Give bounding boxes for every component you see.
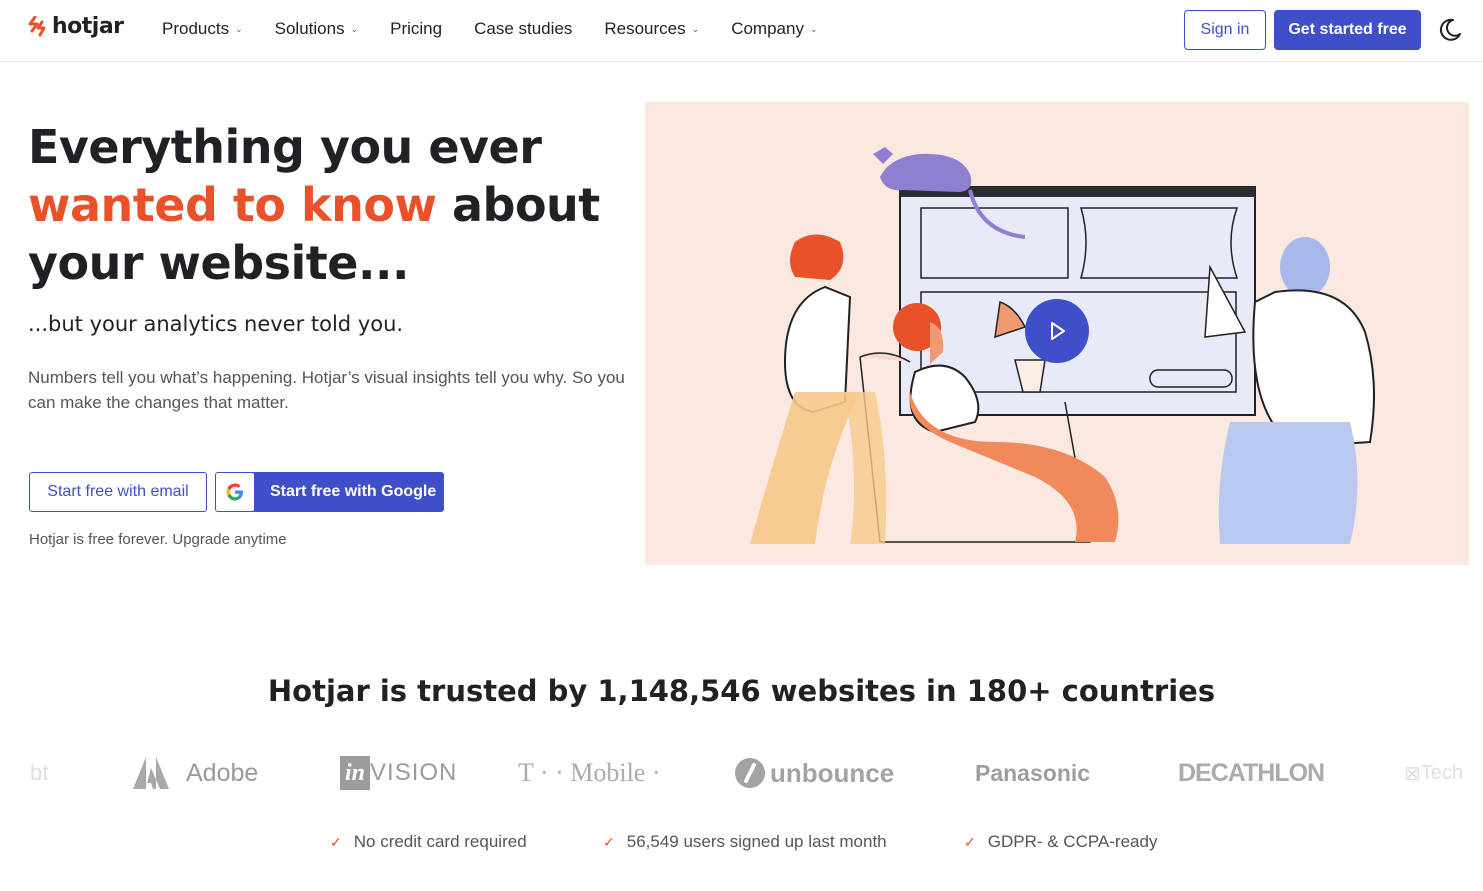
adobe-icon bbox=[133, 757, 169, 789]
tech-label: Tech bbox=[1420, 761, 1464, 784]
free-forever-note: Hotjar is free forever. Upgrade anytime bbox=[29, 531, 287, 548]
nav-label: Case studies bbox=[474, 19, 573, 38]
tmobile-logo: T · · Mobile · bbox=[518, 758, 661, 787]
sign-in-button[interactable]: Sign in bbox=[1184, 10, 1266, 50]
nav-item-products[interactable]: Products ⌄ bbox=[162, 19, 243, 39]
check-item: ✓ No credit card required bbox=[330, 832, 527, 852]
invision-label: VISION bbox=[370, 759, 458, 786]
logo-text: hotjar bbox=[52, 14, 124, 39]
decathlon-logo: DECATHLON bbox=[1178, 758, 1325, 787]
adobe-label: Adobe bbox=[186, 758, 259, 787]
hero-title: Everything you ever wanted to know about… bbox=[28, 118, 628, 292]
hotjar-flame-icon bbox=[28, 15, 46, 36]
tech-logo: ⊠ Tech bbox=[1404, 748, 1463, 798]
unbounce-icon bbox=[735, 758, 765, 788]
nav-item-resources[interactable]: Resources ⌄ bbox=[604, 19, 699, 39]
nav-label: Company bbox=[731, 19, 804, 38]
hotjar-logo[interactable]: hotjar bbox=[28, 14, 124, 39]
chevron-down-icon: ⌄ bbox=[235, 23, 243, 34]
check-item: ✓ 56,549 users signed up last month bbox=[603, 832, 887, 852]
bt-logo: bt bbox=[30, 760, 49, 785]
check-label: GDPR- & CCPA-ready bbox=[987, 832, 1158, 851]
play-icon bbox=[1051, 322, 1065, 340]
hero-description: Numbers tell you what’s happening. Hotja… bbox=[28, 368, 625, 412]
nav-item-pricing[interactable]: Pricing bbox=[390, 19, 442, 39]
nav-item-solutions[interactable]: Solutions ⌄ bbox=[275, 19, 358, 39]
play-video-button[interactable] bbox=[1025, 299, 1089, 363]
trust-checks: ✓ No credit card required ✓ 56,549 users s… bbox=[0, 832, 1483, 856]
moon-icon[interactable] bbox=[1436, 16, 1464, 44]
checkmark-icon: ✓ bbox=[603, 833, 615, 850]
start-with-email-button[interactable]: Start free with email bbox=[29, 472, 207, 512]
nav-item-case-studies[interactable]: Case studies bbox=[474, 19, 572, 39]
nav-label: Resources bbox=[604, 19, 686, 38]
hero-title-accent: wanted to know bbox=[28, 178, 437, 232]
hero-subtitle: ...but your analytics never told you. bbox=[28, 312, 404, 336]
nav-item-company[interactable]: Company ⌄ bbox=[731, 19, 817, 39]
main-nav: Products ⌄ Solutions ⌄ Pricing Case studie… bbox=[162, 19, 850, 39]
chevron-down-icon: ⌄ bbox=[350, 23, 359, 34]
top-nav: hotjar Products ⌄ Solutions ⌄ Pricing Case… bbox=[0, 0, 1483, 62]
chevron-down-icon: ⌄ bbox=[809, 23, 818, 34]
check-label: No credit card required bbox=[353, 832, 527, 851]
unbounce-label: unbounce bbox=[770, 757, 895, 788]
customer-logos: bt Adobe in VISION T · · Mobile · unboun… bbox=[0, 748, 1483, 798]
checkmark-icon: ✓ bbox=[330, 833, 342, 850]
check-item: ✓ GDPR- & CCPA-ready bbox=[964, 832, 1157, 852]
google-button-label: Start free with Google bbox=[270, 483, 437, 500]
nav-label: Products bbox=[162, 19, 230, 38]
google-icon bbox=[216, 473, 254, 511]
check-label: 56,549 users signed up last month bbox=[626, 832, 887, 851]
chevron-down-icon: ⌄ bbox=[691, 23, 700, 34]
checkmark-icon: ✓ bbox=[964, 833, 976, 850]
invision-mark: in bbox=[340, 756, 371, 790]
tech-mark: ⊠ bbox=[1404, 762, 1421, 785]
hero-title-line3: your website... bbox=[28, 236, 409, 290]
invision-logo: in VISION bbox=[340, 748, 457, 798]
panasonic-logo: Panasonic bbox=[975, 759, 1091, 786]
get-started-button[interactable]: Get started free bbox=[1274, 10, 1421, 50]
start-with-google-button[interactable]: Start free with Google bbox=[215, 472, 444, 512]
hero-title-rest: about bbox=[436, 178, 600, 232]
nav-label: Pricing bbox=[390, 19, 443, 38]
hero-title-line1: Everything you ever bbox=[28, 120, 542, 174]
nav-label: Solutions bbox=[274, 19, 345, 38]
unbounce-logo: unbounce bbox=[734, 748, 894, 798]
trust-headline: Hotjar is trusted by 1,148,546 websites … bbox=[267, 674, 1216, 708]
adobe-logo: Adobe bbox=[132, 748, 258, 798]
